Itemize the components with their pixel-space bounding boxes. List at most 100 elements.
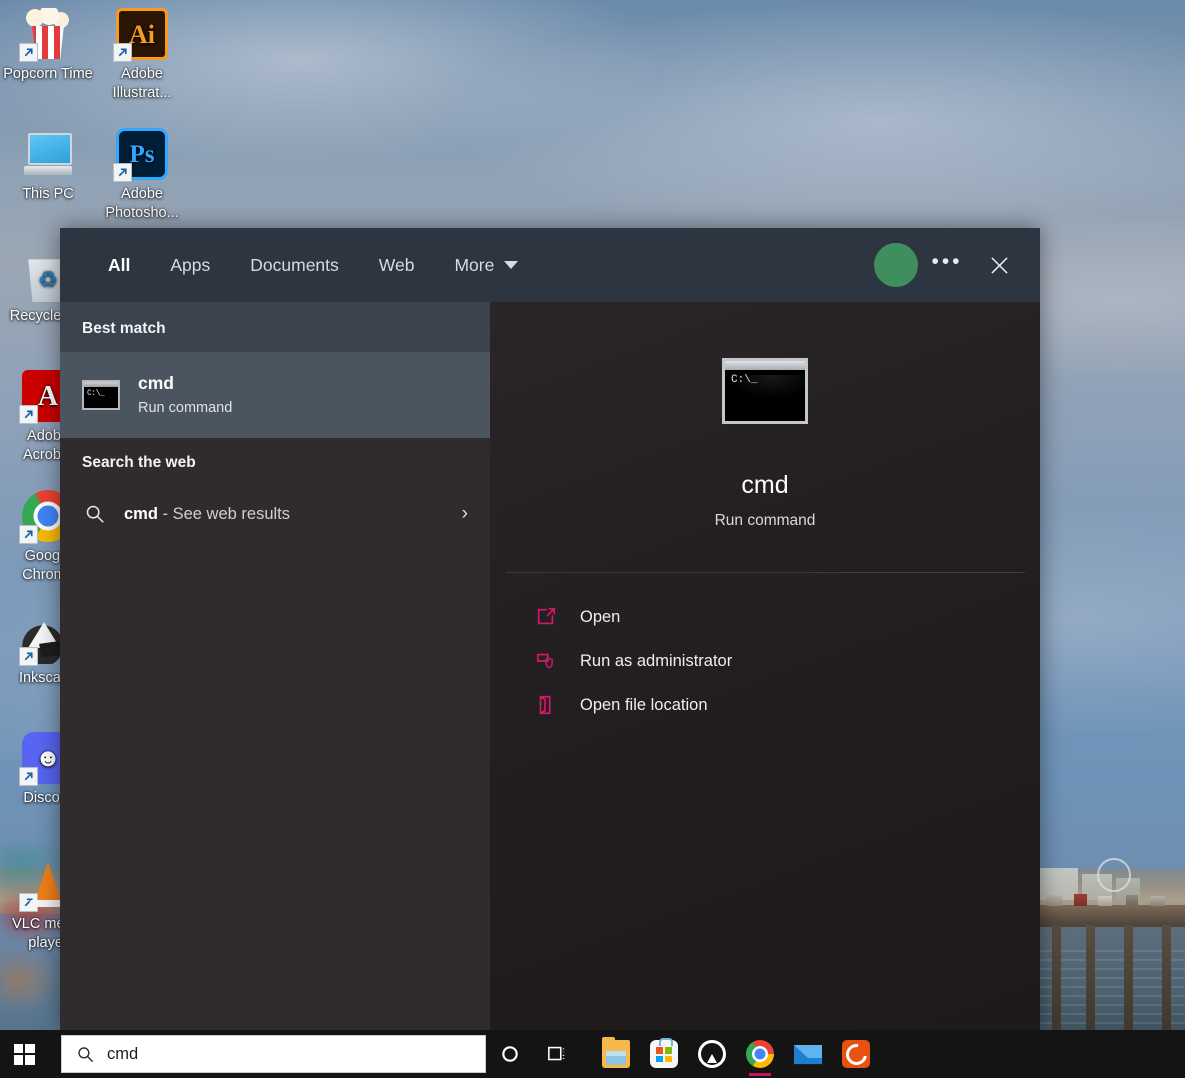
folder-open-icon — [534, 693, 558, 717]
shortcut-arrow-icon — [113, 163, 132, 182]
shortcut-arrow-icon — [19, 43, 38, 62]
shortcut-arrow-icon — [19, 647, 38, 666]
shortcut-arrow-icon — [19, 525, 38, 544]
close-button[interactable] — [976, 242, 1022, 288]
desktop-icon-this-pc[interactable]: This PC — [2, 128, 94, 204]
action-label: Run as administrator — [580, 652, 732, 671]
desktop-icon-popcorn-time[interactable]: Popcorn Time — [2, 8, 94, 84]
web-result-query: cmd — [124, 505, 158, 523]
action-label: Open — [580, 608, 620, 627]
web-result-label: cmd - See web results — [124, 505, 290, 524]
wallpaper-pier-piling — [1052, 925, 1061, 1030]
command-prompt-icon: C:\_ — [82, 380, 120, 410]
search-the-web-section-header: Search the web — [60, 438, 490, 484]
search-body: Best match C:\_ cmd Run command Search t… — [60, 302, 1040, 1030]
tab-documents[interactable]: Documents — [230, 228, 359, 302]
start-button[interactable] — [0, 1030, 48, 1078]
tab-apps[interactable]: Apps — [150, 228, 230, 302]
windows-search-flyout: All Apps Documents Web More ••• — [60, 228, 1040, 1030]
section-label: Search the web — [82, 454, 196, 471]
preview-subtitle: Run command — [506, 512, 1025, 530]
popcorn-time-icon — [22, 8, 74, 60]
chevron-right-icon: › — [462, 503, 468, 525]
wallpaper-pier-piling — [1086, 925, 1095, 1030]
cortana-button[interactable] — [486, 1030, 534, 1078]
mail-icon — [794, 1040, 822, 1068]
search-tabs: All Apps Documents Web More — [60, 228, 538, 302]
tab-label: All — [108, 255, 130, 276]
shortcut-arrow-icon — [19, 767, 38, 786]
wallpaper-pier-piling — [1162, 925, 1171, 1030]
shield-run-icon — [534, 649, 558, 673]
result-text: cmd Run command — [138, 371, 232, 419]
taskbar-google-chrome[interactable] — [736, 1030, 784, 1078]
search-header-actions: ••• — [874, 242, 1040, 288]
taskbar-mail[interactable] — [784, 1030, 832, 1078]
taskbar-orange-app[interactable] — [832, 1030, 880, 1078]
desktop-icon-adobe-photoshop[interactable]: Ps Adobe Photosho... — [96, 128, 188, 223]
account-avatar[interactable] — [874, 243, 918, 287]
taskbar-app-buttons — [592, 1030, 880, 1078]
web-result-suffix: - See web results — [163, 505, 290, 523]
ellipsis-icon: ••• — [931, 251, 962, 280]
tab-label: Web — [379, 255, 415, 276]
file-explorer-icon — [602, 1040, 630, 1068]
task-view-icon — [547, 1043, 569, 1065]
google-chrome-icon — [746, 1040, 774, 1068]
shortcut-arrow-icon — [113, 43, 132, 62]
close-icon — [990, 256, 1009, 275]
action-run-as-administrator[interactable]: Run as administrator — [530, 639, 1040, 683]
preview-title: cmd — [506, 468, 1025, 502]
preview-card: C:\_ cmd Run command — [506, 302, 1025, 573]
taskbar-microsoft-store[interactable] — [640, 1030, 688, 1078]
taskbar-search-input[interactable]: cmd — [61, 1035, 486, 1073]
action-open[interactable]: Open — [530, 595, 1040, 639]
wallpaper-pier-deck — [1040, 905, 1185, 927]
action-label: Open file location — [580, 696, 708, 715]
cortana-icon — [500, 1044, 520, 1064]
circle-app-icon — [698, 1040, 726, 1068]
preview-actions: Open Run as administrator — [490, 573, 1040, 727]
desktop-icon-label: This PC — [2, 185, 94, 204]
result-title: cmd — [138, 371, 232, 395]
result-subtitle: Run command — [138, 397, 232, 419]
taskbar: cmd — [0, 1030, 1185, 1078]
microsoft-store-icon — [650, 1040, 678, 1068]
best-match-section-header: Best match — [60, 302, 490, 352]
adobe-photoshop-icon: Ps — [116, 128, 168, 180]
desktop-icon-adobe-illustrator[interactable]: Ai Adobe Illustrat... — [96, 8, 188, 103]
wallpaper-pier-structures — [1040, 893, 1185, 907]
shortcut-arrow-icon — [19, 893, 38, 912]
task-view-button[interactable] — [534, 1030, 582, 1078]
orange-app-icon — [842, 1040, 870, 1068]
result-item-web-search[interactable]: cmd - See web results › — [60, 484, 490, 544]
tab-label: Documents — [250, 255, 339, 276]
open-external-icon — [534, 605, 558, 629]
tab-label: More — [454, 255, 494, 276]
windows-logo-icon — [14, 1044, 35, 1065]
search-preview-panel: C:\_ cmd Run command Open — [490, 302, 1040, 1030]
action-open-file-location[interactable]: Open file location — [530, 683, 1040, 727]
search-icon — [76, 1045, 95, 1064]
wallpaper-pier-piling — [1124, 925, 1133, 1030]
desktop-icon-label: Adobe Illustrat... — [96, 65, 188, 103]
tab-label: Apps — [170, 255, 210, 276]
desktop-icon-label: Adobe Photosho... — [96, 185, 188, 223]
section-label: Best match — [82, 320, 166, 337]
taskbar-circle-app[interactable] — [688, 1030, 736, 1078]
desktop-icon-label: Popcorn Time — [2, 65, 94, 84]
search-icon — [82, 503, 108, 525]
tab-all[interactable]: All — [88, 228, 150, 302]
shortcut-arrow-icon — [19, 405, 38, 424]
command-prompt-icon: C:\_ — [722, 358, 808, 424]
tab-more[interactable]: More — [434, 228, 538, 302]
adobe-illustrator-icon: Ai — [116, 8, 168, 60]
chevron-down-icon — [504, 261, 518, 269]
running-indicator — [749, 1073, 771, 1076]
wallpaper-ferris-wheel — [1097, 858, 1131, 892]
more-options-button[interactable]: ••• — [924, 242, 970, 288]
taskbar-file-explorer[interactable] — [592, 1030, 640, 1078]
this-pc-icon — [22, 128, 74, 180]
result-item-cmd[interactable]: C:\_ cmd Run command — [60, 352, 490, 438]
tab-web[interactable]: Web — [359, 228, 435, 302]
